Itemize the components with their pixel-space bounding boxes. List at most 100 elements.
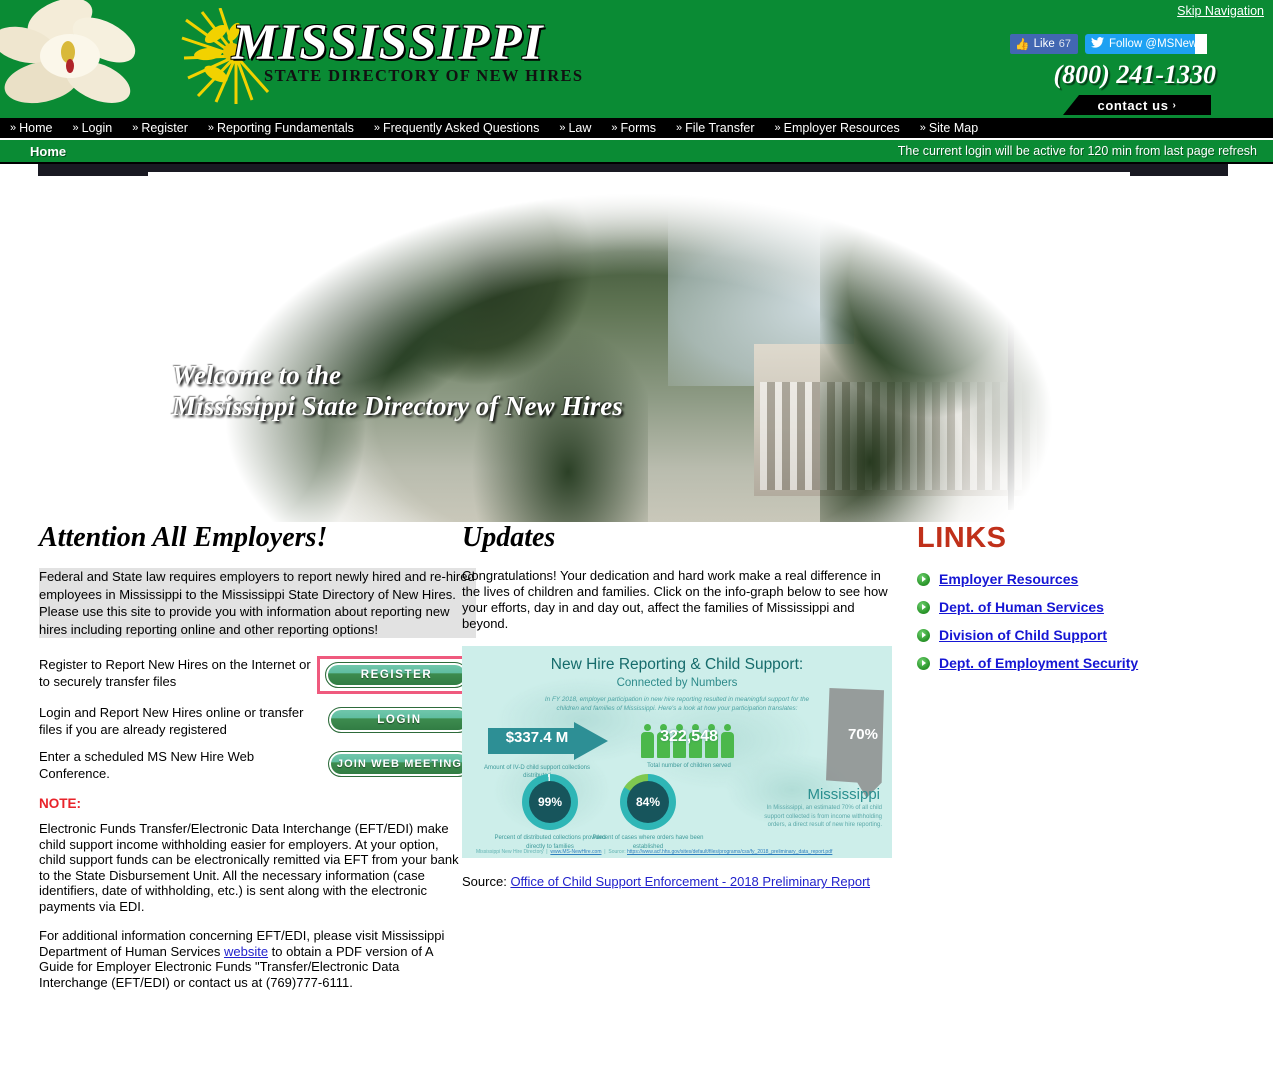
links-title: LINKS xyxy=(917,522,1007,554)
intro-paragraph: Federal and State law requires employers… xyxy=(39,568,476,638)
updates-title: Updates xyxy=(462,522,556,553)
nav-item-law[interactable]: » Law xyxy=(549,121,601,135)
arrow-bullet-icon xyxy=(917,656,930,670)
nav-item-login[interactable]: » Login xyxy=(62,121,122,135)
session-timeout-message: The current login will be active for 120… xyxy=(897,144,1257,158)
updates-column: Updates Congratulations! Your dedication… xyxy=(462,522,917,1004)
trees-left xyxy=(148,172,648,522)
mississippi-body-text: In Mississippi, an estimated 70% of all … xyxy=(764,805,882,828)
login-description: Login and Report New Hires online or tra… xyxy=(39,705,304,737)
nav-label: Reporting Fundamentals xyxy=(216,121,354,135)
twitter-follow-button[interactable]: Follow @MSNewHir xyxy=(1085,34,1207,54)
nav-label: Employer Resources xyxy=(783,121,900,135)
donut-84-value: 84% xyxy=(627,781,669,823)
links-column: LINKS Employer Resources Dept. of Human … xyxy=(917,522,1234,1004)
hero-title-line1: Welcome to the xyxy=(172,360,341,390)
arrow-bullet-icon xyxy=(917,572,930,586)
infographic-title: New Hire Reporting & Child Support: xyxy=(550,656,804,673)
chevron-double-right-icon: » xyxy=(675,122,683,134)
nav-item-site-map[interactable]: » Site Map xyxy=(910,121,988,135)
nav-item-employer-resources[interactable]: » Employer Resources xyxy=(765,121,910,135)
phone-number: (800) 241-1330 xyxy=(1053,60,1216,89)
source-report-link[interactable]: Office of Child Support Enforcement - 20… xyxy=(510,874,870,889)
twitter-bird-icon xyxy=(1091,37,1104,51)
stat-children-value: 322,548 xyxy=(660,728,718,745)
main-content: Attention All Employers! Federal and Sta… xyxy=(0,522,1273,1004)
nav-label: Forms xyxy=(620,121,656,135)
trees-right xyxy=(820,172,1120,522)
note-paragraph-2: For additional information concerning EF… xyxy=(39,928,464,990)
login-button-wrap: LOGIN xyxy=(323,704,476,736)
donut-99-value: 99% xyxy=(529,781,571,823)
thumbs-up-icon: 👍 xyxy=(1015,39,1030,51)
nav-item-file-transfer[interactable]: » File Transfer xyxy=(666,121,765,135)
list-item: Employer Resources xyxy=(917,571,1234,587)
infographic-image[interactable]: New Hire Reporting & Child Support: Conn… xyxy=(462,646,892,858)
link-employer-resources[interactable]: Employer Resources xyxy=(939,571,1078,587)
breadcrumb[interactable]: Home xyxy=(30,144,66,159)
twitter-button-clipped-edge xyxy=(1195,34,1207,54)
nav-item-reporting-fundamentals[interactable]: » Reporting Fundamentals xyxy=(198,121,364,135)
source-line: Source: Office of Child Support Enforcem… xyxy=(462,874,917,889)
nav-label: File Transfer xyxy=(685,121,755,135)
contact-us-button[interactable]: contact us › xyxy=(1063,95,1211,115)
infographic-footer-source-link[interactable]: https://www.acf.hhs.gov/sites/default/fi… xyxy=(627,849,832,855)
nav-item-home[interactable]: » Home xyxy=(0,121,62,135)
hero-title: Welcome to the Mississippi State Directo… xyxy=(172,360,623,422)
register-row: Register to Report New Hires on the Inte… xyxy=(39,656,476,694)
nav-label: Site Map xyxy=(928,121,979,135)
hero-banner: Welcome to the Mississippi State Directo… xyxy=(0,164,1273,522)
lamp-head xyxy=(966,254,986,267)
capitol-photo xyxy=(148,172,1130,522)
nav-label: Law xyxy=(568,121,592,135)
hero-title-line2: Mississippi State Directory of New Hires xyxy=(172,391,623,421)
note-label: NOTE: xyxy=(39,796,81,811)
web-meeting-button-wrap: JOIN WEB MEETING xyxy=(323,748,476,780)
arrow-bullet-icon xyxy=(917,600,930,614)
register-description: Register to Report New Hires on the Inte… xyxy=(39,657,311,689)
infographic-footer-site-link[interactable]: www.MS-NewHire.com xyxy=(550,849,601,855)
register-button[interactable]: REGISTER xyxy=(325,662,468,688)
facebook-like-button[interactable]: 👍 Like 67 xyxy=(1010,34,1078,54)
dhs-website-link[interactable]: website xyxy=(224,944,268,959)
chevron-double-right-icon: » xyxy=(132,122,139,134)
link-dept-employment-security[interactable]: Dept. of Employment Security xyxy=(939,655,1138,671)
link-dept-human-services[interactable]: Dept. of Human Services xyxy=(939,599,1104,615)
link-division-child-support[interactable]: Division of Child Support xyxy=(939,627,1107,643)
updates-paragraph: Congratulations! Your dedication and har… xyxy=(462,568,888,631)
infographic-footer-source-label: Source: xyxy=(608,849,626,855)
infographic-footer-org: Mississippi New Hire Directory xyxy=(476,849,544,855)
list-item: Dept. of Employment Security xyxy=(917,655,1234,671)
lamp-post xyxy=(1008,260,1014,510)
web-meeting-row: Enter a scheduled MS New Hire Web Confer… xyxy=(39,748,476,782)
chevron-right-icon: › xyxy=(1172,99,1177,111)
note-paragraph-1: Electronic Funds Transfer/Electronic Dat… xyxy=(39,821,459,914)
site-logo[interactable]: MISSISSIPPI STATE DIRECTORY OF NEW HIRES xyxy=(180,6,582,106)
contact-us-label: contact us xyxy=(1097,97,1169,113)
nav-item-forms[interactable]: » Forms xyxy=(601,121,666,135)
nav-item-register[interactable]: » Register xyxy=(122,121,198,135)
main-navigation: » Home » Login » Register » Reporting Fu… xyxy=(0,118,1273,140)
infographic-footer: Mississippi New Hire Directory | www.MS-… xyxy=(476,849,833,855)
register-button-focus-ring: REGISTER xyxy=(317,656,476,694)
join-web-meeting-button[interactable]: JOIN WEB MEETING xyxy=(328,751,471,777)
facebook-like-count: 67 xyxy=(1058,38,1071,50)
skip-navigation-link[interactable]: Skip Navigation xyxy=(1177,4,1264,18)
stat-amount-value: $337.4 M xyxy=(505,729,569,746)
chevron-double-right-icon: » xyxy=(611,122,618,134)
login-button[interactable]: LOGIN xyxy=(328,707,471,733)
chevron-double-right-icon: » xyxy=(10,122,17,134)
nav-item-frequently-asked-questions[interactable]: » Frequently Asked Questions xyxy=(364,121,549,135)
breadcrumb-bar: Home The current login will be active fo… xyxy=(0,140,1273,164)
mississippi-label: Mississippi xyxy=(807,786,880,803)
twitter-follow-label: Follow @MSNewHir xyxy=(1109,38,1207,50)
arrow-bullet-icon xyxy=(917,628,930,642)
nav-label: Register xyxy=(141,121,188,135)
facebook-like-label: Like xyxy=(1033,38,1055,50)
magnolia-flower-image xyxy=(0,0,174,118)
logo-subtitle: STATE DIRECTORY OF NEW HIRES xyxy=(264,66,584,85)
site-header: MISSISSIPPI STATE DIRECTORY OF NEW HIRES… xyxy=(0,0,1273,118)
chevron-double-right-icon: » xyxy=(919,122,926,134)
nav-label: Login xyxy=(81,121,113,135)
logo-title: MISSISSIPPI xyxy=(232,15,544,71)
